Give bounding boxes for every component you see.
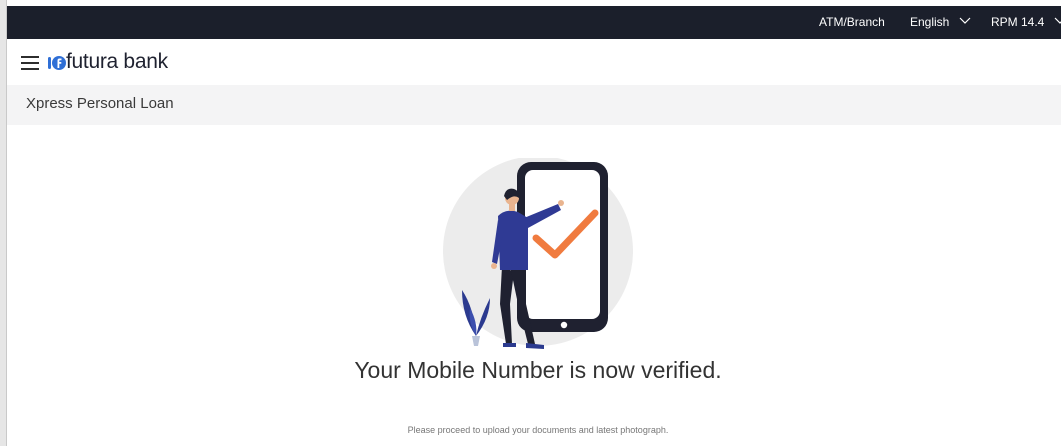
brand-name[interactable]: futura bank bbox=[66, 50, 168, 74]
verification-submessage: Please proceed to upload your documents … bbox=[407, 425, 669, 435]
page-title-bar: Xpress Personal Loan bbox=[7, 85, 1061, 125]
futura-bank-logo-icon bbox=[48, 56, 66, 70]
atm-branch-label: ATM/Branch bbox=[819, 15, 885, 29]
language-selector[interactable]: English bbox=[910, 6, 971, 39]
atm-branch-link[interactable]: ATM/Branch bbox=[819, 6, 885, 39]
chevron-down-icon bbox=[959, 17, 971, 25]
language-label: English bbox=[910, 15, 950, 29]
app-header: futura bank bbox=[7, 39, 1061, 85]
page-title: Xpress Personal Loan bbox=[26, 95, 174, 112]
top-bar: ATM/Branch English RPM 14.4 bbox=[7, 6, 1061, 39]
hamburger-menu-icon[interactable] bbox=[21, 56, 39, 70]
chevron-down-icon bbox=[1054, 17, 1061, 25]
verification-message: Your Mobile Number is now verified. bbox=[354, 357, 722, 383]
window-frame-left bbox=[0, 0, 7, 446]
mobile-verified-illustration bbox=[443, 158, 633, 349]
user-menu[interactable]: RPM 14.4 bbox=[991, 6, 1061, 39]
user-label: RPM 14.4 bbox=[991, 15, 1045, 29]
